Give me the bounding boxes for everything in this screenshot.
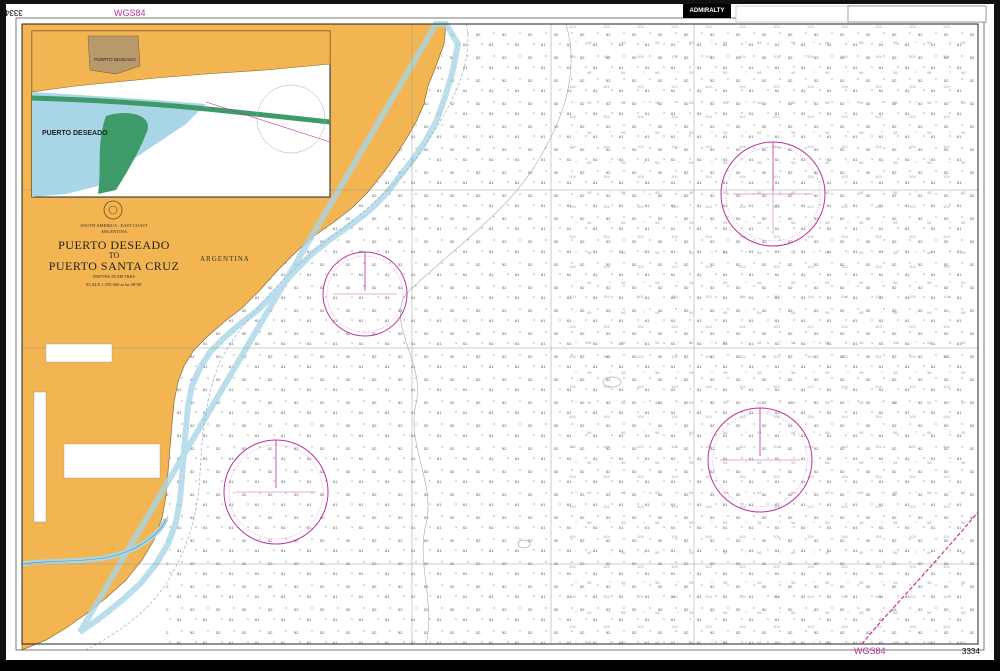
country-label: ARGENTINA xyxy=(100,229,128,234)
soundings-offshore xyxy=(566,24,974,644)
notes-panel-right xyxy=(847,5,987,23)
inset-town-label: PUERTO DESEADO xyxy=(94,57,136,62)
region-label: SOUTH AMERICA - EAST COAST xyxy=(80,223,148,228)
scan-border xyxy=(0,660,1000,671)
inset-plan[interactable] xyxy=(31,30,331,198)
datum-label-bottom: WGS84 xyxy=(854,646,886,656)
chart-notes-box xyxy=(45,343,113,363)
chart-canvas: 52 61 98 104 xyxy=(15,5,987,651)
land-label: ARGENTINA xyxy=(200,255,250,263)
latitude-scale xyxy=(33,391,47,523)
datum-label-top: WGS84 xyxy=(114,8,146,18)
nautical-chart[interactable]: 52 61 98 104 xyxy=(5,4,994,660)
inset-town-area xyxy=(87,35,141,75)
chart-title-line2: PUERTO SANTA CRUZ xyxy=(48,259,180,273)
tidal-table xyxy=(63,443,161,479)
scale-text: SCALE 1:350 000 at lat 48°00' xyxy=(85,282,143,287)
chart-number-bottom-right: 3334 xyxy=(962,647,980,656)
inset-title: PUERTO DESEADO xyxy=(42,130,108,137)
chart-number-top-left: 3334 xyxy=(5,8,23,17)
admiralty-badge: ADMIRALTY xyxy=(683,4,731,18)
depths-note: DEPTHS IN METRES xyxy=(93,274,135,279)
